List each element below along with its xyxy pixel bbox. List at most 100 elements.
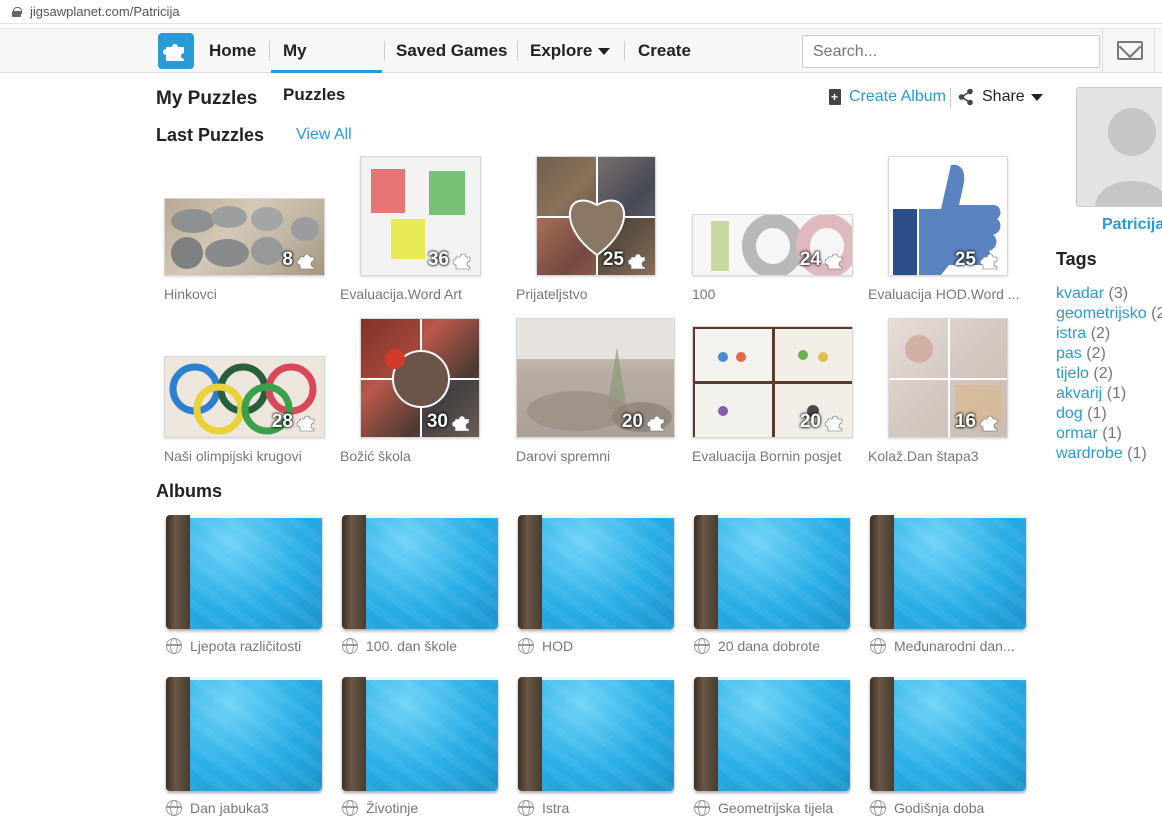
piece-count: 20 [800,411,846,433]
puzzle-piece-icon [452,253,471,270]
share-button[interactable]: Share [958,88,1043,106]
lock-icon [12,6,22,17]
album-label[interactable]: Životinje [342,800,512,816]
nav-divider [1102,29,1103,73]
nav-divider [1154,29,1155,73]
album-cover[interactable] [166,677,322,791]
album-label[interactable]: Istra [518,800,688,816]
album-label[interactable]: Godišnja doba [870,800,1040,816]
album-cover[interactable] [518,677,674,791]
album-cover[interactable] [166,515,322,629]
url-text[interactable]: jigsawplanet.com/Patricija [30,4,180,19]
globe-icon [694,638,710,654]
tag-item[interactable]: geometrijsko (2) [1056,305,1162,323]
tag-item[interactable]: kvadar (3) [1056,285,1128,303]
puzzle-thumbnail[interactable]: 25 [536,156,656,276]
puzzle-title[interactable]: Evaluacija Bornin posjet [692,448,860,464]
piece-count: 25 [955,249,1001,271]
nav-explore-label: Explore [530,41,593,60]
tag-item[interactable]: akvarij (1) [1056,385,1126,403]
puzzle-title[interactable]: Evaluacija.Word Art [340,286,508,302]
puzzle-thumbnail[interactable]: 25 [888,156,1008,276]
puzzle-title[interactable]: Prijateljstvo [516,286,684,302]
nav-divider [384,41,385,61]
album-label[interactable]: Dan jabuka3 [166,800,336,816]
globe-icon [518,638,534,654]
globe-icon [694,800,710,816]
puzzle-title[interactable]: Kolaž.Dan štapa3 [868,448,1036,464]
globe-icon [870,638,886,654]
page-title: My Puzzles [156,88,258,109]
nav-create[interactable]: Create [638,29,691,73]
puzzle-thumbnail[interactable]: 24 [692,214,853,276]
album-label[interactable]: HOD [518,638,688,654]
globe-icon [870,800,886,816]
tag-item[interactable]: tijelo (2) [1056,365,1113,383]
album-cover[interactable] [518,515,674,629]
puzzle-title[interactable]: Božić škola [340,448,508,464]
mail-icon[interactable] [1117,41,1143,60]
puzzle-thumbnail[interactable]: 16 [888,318,1008,438]
puzzle-piece-icon [627,253,646,270]
globe-icon [518,800,534,816]
nav-my-puzzles[interactable]: My Puzzles [271,29,382,104]
albums-heading: Albums [156,481,223,501]
tag-item[interactable]: ormar (1) [1056,425,1122,443]
puzzle-piece-icon [979,415,998,432]
nav-divider [517,41,518,61]
site-navbar: Home My Puzzles Saved Games Explore Crea… [0,28,1162,104]
tag-item[interactable]: istra (2) [1056,325,1110,343]
puzzle-thumbnail[interactable]: 20 [516,318,675,438]
piece-count: 16 [955,411,1001,433]
nav-divider [624,41,625,61]
view-all-link[interactable]: View All [296,126,352,144]
create-album-button[interactable]: Create Album [829,88,946,106]
puzzle-thumbnail[interactable]: 8 [164,198,325,276]
album-label[interactable]: Geometrijska tijela [694,800,864,816]
nav-divider [269,41,270,61]
puzzle-title[interactable]: Darovi spremni [516,448,684,464]
create-album-label: Create Album [849,88,946,105]
puzzle-title[interactable]: Evaluacija HOD.Word ... [868,286,1028,302]
search-input[interactable] [802,35,1100,68]
nav-home[interactable]: Home [209,29,256,73]
puzzle-thumbnail[interactable]: 20 [692,326,853,438]
nav-saved-games[interactable]: Saved Games [396,29,508,73]
header-divider [950,88,951,108]
chevron-down-icon [1030,93,1043,101]
puzzle-title[interactable]: Naši olimpijski krugovi [164,448,332,464]
album-cover[interactable] [870,677,1026,791]
tag-item[interactable]: dog (1) [1056,405,1107,423]
piece-count: 20 [622,411,668,433]
puzzle-piece-icon [824,415,843,432]
album-label[interactable]: Ljepota različitosti [166,638,336,654]
album-cover[interactable] [870,515,1026,629]
tag-item[interactable]: pas (2) [1056,345,1106,363]
album-cover[interactable] [342,677,498,791]
puzzle-thumbnail[interactable]: 30 [360,318,480,438]
profile-username[interactable]: Patricija [1102,216,1162,234]
chevron-down-icon [598,48,611,56]
browser-address-bar[interactable]: jigsawplanet.com/Patricija [0,0,1162,24]
piece-count: 30 [427,411,473,433]
piece-count: 28 [272,411,318,433]
album-label[interactable]: Međunarodni dan... [870,638,1040,654]
globe-icon [342,800,358,816]
album-cover[interactable] [694,515,850,629]
jigsaw-logo-icon[interactable] [158,33,194,69]
puzzle-thumbnail[interactable]: 36 [360,156,481,276]
avatar[interactable] [1076,87,1162,207]
album-label[interactable]: 20 dana dobrote [694,638,864,654]
tag-item[interactable]: wardrobe (1) [1056,445,1147,463]
puzzle-title[interactable]: Hinkovci [164,286,332,302]
album-label[interactable]: 100. dan škole [342,638,512,654]
album-cover[interactable] [694,677,850,791]
nav-explore[interactable]: Explore [530,29,611,73]
puzzle-piece-icon [451,415,470,432]
piece-count: 24 [800,249,846,271]
puzzle-title[interactable]: 100 [692,286,860,302]
album-cover[interactable] [342,515,498,629]
puzzle-thumbnail[interactable]: 28 [164,356,325,438]
share-icon [958,88,973,106]
puzzle-piece-icon [824,253,843,270]
